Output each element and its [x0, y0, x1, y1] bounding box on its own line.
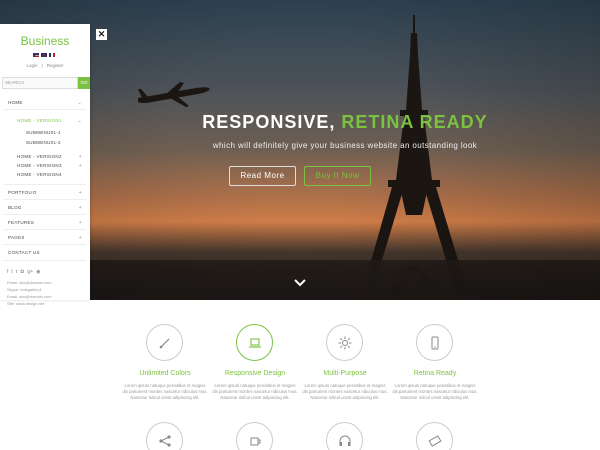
- divider: [4, 214, 86, 215]
- social-links: f t t ✿ g+ ◉: [7, 269, 40, 275]
- feature-circle[interactable]: [416, 422, 453, 450]
- nav-label: PAGES: [8, 235, 25, 240]
- feature-desc: Lorem ipsulo natuque penatibus et magnis…: [302, 383, 388, 400]
- chevron-down-icon: ⌄: [77, 100, 82, 106]
- register-link[interactable]: Register: [47, 63, 64, 68]
- flag-us-icon[interactable]: [33, 53, 39, 57]
- nav-label: CONTACT US: [8, 250, 40, 255]
- feature-circle[interactable]: [146, 422, 183, 450]
- contact-skype: Skype: bmkgallery1: [7, 287, 42, 292]
- flag-uk-icon[interactable]: [41, 53, 47, 57]
- divider: [4, 244, 86, 245]
- nav-label: HOME: [8, 100, 23, 105]
- search-input[interactable]: SEARCH: [2, 77, 78, 89]
- flag-fr-icon[interactable]: [49, 53, 55, 57]
- plus-icon: +: [78, 220, 82, 226]
- nav-label: HOME - VERSION4: [17, 172, 62, 177]
- plus-icon: +: [78, 163, 82, 169]
- feature-circle[interactable]: [236, 422, 273, 450]
- divider: [4, 184, 86, 185]
- auth-links: Login | Register: [0, 63, 90, 68]
- brush-icon: [159, 338, 169, 348]
- feature-circle[interactable]: [146, 324, 183, 361]
- headphones-icon: [339, 435, 350, 446]
- contact-email: Email: abc@domain.com: [7, 280, 52, 285]
- read-more-button[interactable]: Read More: [229, 166, 296, 186]
- twitter-icon[interactable]: t: [11, 269, 12, 275]
- nav-label: FEATURES: [8, 220, 35, 225]
- nav-label: SUBMENU01-1: [26, 130, 61, 135]
- plus-icon: +: [78, 205, 82, 211]
- hero-title-accent: RETINA READY: [341, 112, 488, 132]
- hero-subtitle: which will definitely give your business…: [212, 141, 478, 150]
- nav-label: BLOG: [8, 205, 22, 210]
- coffee-icon: [250, 437, 260, 445]
- feature-circle[interactable]: [236, 324, 273, 361]
- hero-title: RESPONSIVE, RETINA READY: [90, 112, 600, 133]
- login-link[interactable]: Login: [27, 63, 38, 68]
- pinterest-icon[interactable]: ✿: [20, 269, 24, 275]
- googleplus-icon[interactable]: g+: [27, 269, 33, 275]
- nav-label: SUBMENU01-2: [26, 140, 61, 145]
- logo[interactable]: Business: [0, 34, 90, 48]
- share-icon: [158, 434, 171, 447]
- contact-email-2: Email: abc@domain.com: [7, 294, 52, 299]
- divider: [4, 109, 86, 110]
- features-section: Unlimited Colors Lorem ipsulo natuque pe…: [90, 300, 600, 450]
- divider: [4, 229, 86, 230]
- nav-label: HOME - VERSION3: [17, 163, 62, 168]
- sidebar: Business Login | Register SEARCH GO HOME ⌄ …: [0, 24, 90, 306]
- tumblr-icon[interactable]: t: [16, 269, 17, 275]
- hero-banner: RESPONSIVE, RETINA READY which will defi…: [0, 0, 600, 300]
- chevron-down-icon: ⌄: [77, 118, 82, 124]
- sun-icon: [338, 336, 351, 349]
- laptop-icon: [248, 337, 261, 348]
- plus-icon: +: [78, 190, 82, 196]
- feature-circle[interactable]: [326, 324, 363, 361]
- hero-title-main: RESPONSIVE,: [202, 112, 342, 132]
- feature-desc: Lorem ipsulo natuque penatibus et magnis…: [392, 383, 478, 400]
- search-bar: SEARCH GO: [2, 77, 90, 89]
- feature-desc: Lorem ipsulo natuque penatibus et magnis…: [122, 383, 208, 400]
- search-go-button[interactable]: GO: [78, 77, 90, 89]
- auth-separator: |: [41, 63, 43, 68]
- divider: [4, 199, 86, 200]
- buy-it-now-button[interactable]: Buy It Now: [304, 166, 371, 186]
- nav-label: PORTFOLIO: [8, 190, 37, 195]
- plus-icon: +: [78, 235, 82, 241]
- close-sidebar-button[interactable]: ✕: [96, 29, 107, 40]
- rss-icon[interactable]: ◉: [36, 269, 40, 275]
- phone-icon: [431, 336, 438, 349]
- nav-label: HOME - VERSION2: [17, 154, 62, 159]
- hero-overlay: [0, 0, 600, 300]
- contact-site: Site: www.design.net: [7, 301, 45, 306]
- feature-title: Retina Ready: [413, 370, 457, 377]
- feature-desc: Lorem ipsulo natuque penatibus et magnis…: [212, 383, 298, 400]
- ticket-icon: [427, 434, 442, 447]
- facebook-icon[interactable]: f: [7, 269, 8, 275]
- language-flags: [33, 53, 55, 57]
- feature-circle[interactable]: [326, 422, 363, 450]
- plus-icon: +: [78, 154, 82, 160]
- feature-circle[interactable]: [416, 324, 453, 361]
- divider: [4, 260, 86, 261]
- nav-label: HOME - VERSION1: [17, 118, 62, 123]
- chevron-down-icon[interactable]: [292, 277, 308, 289]
